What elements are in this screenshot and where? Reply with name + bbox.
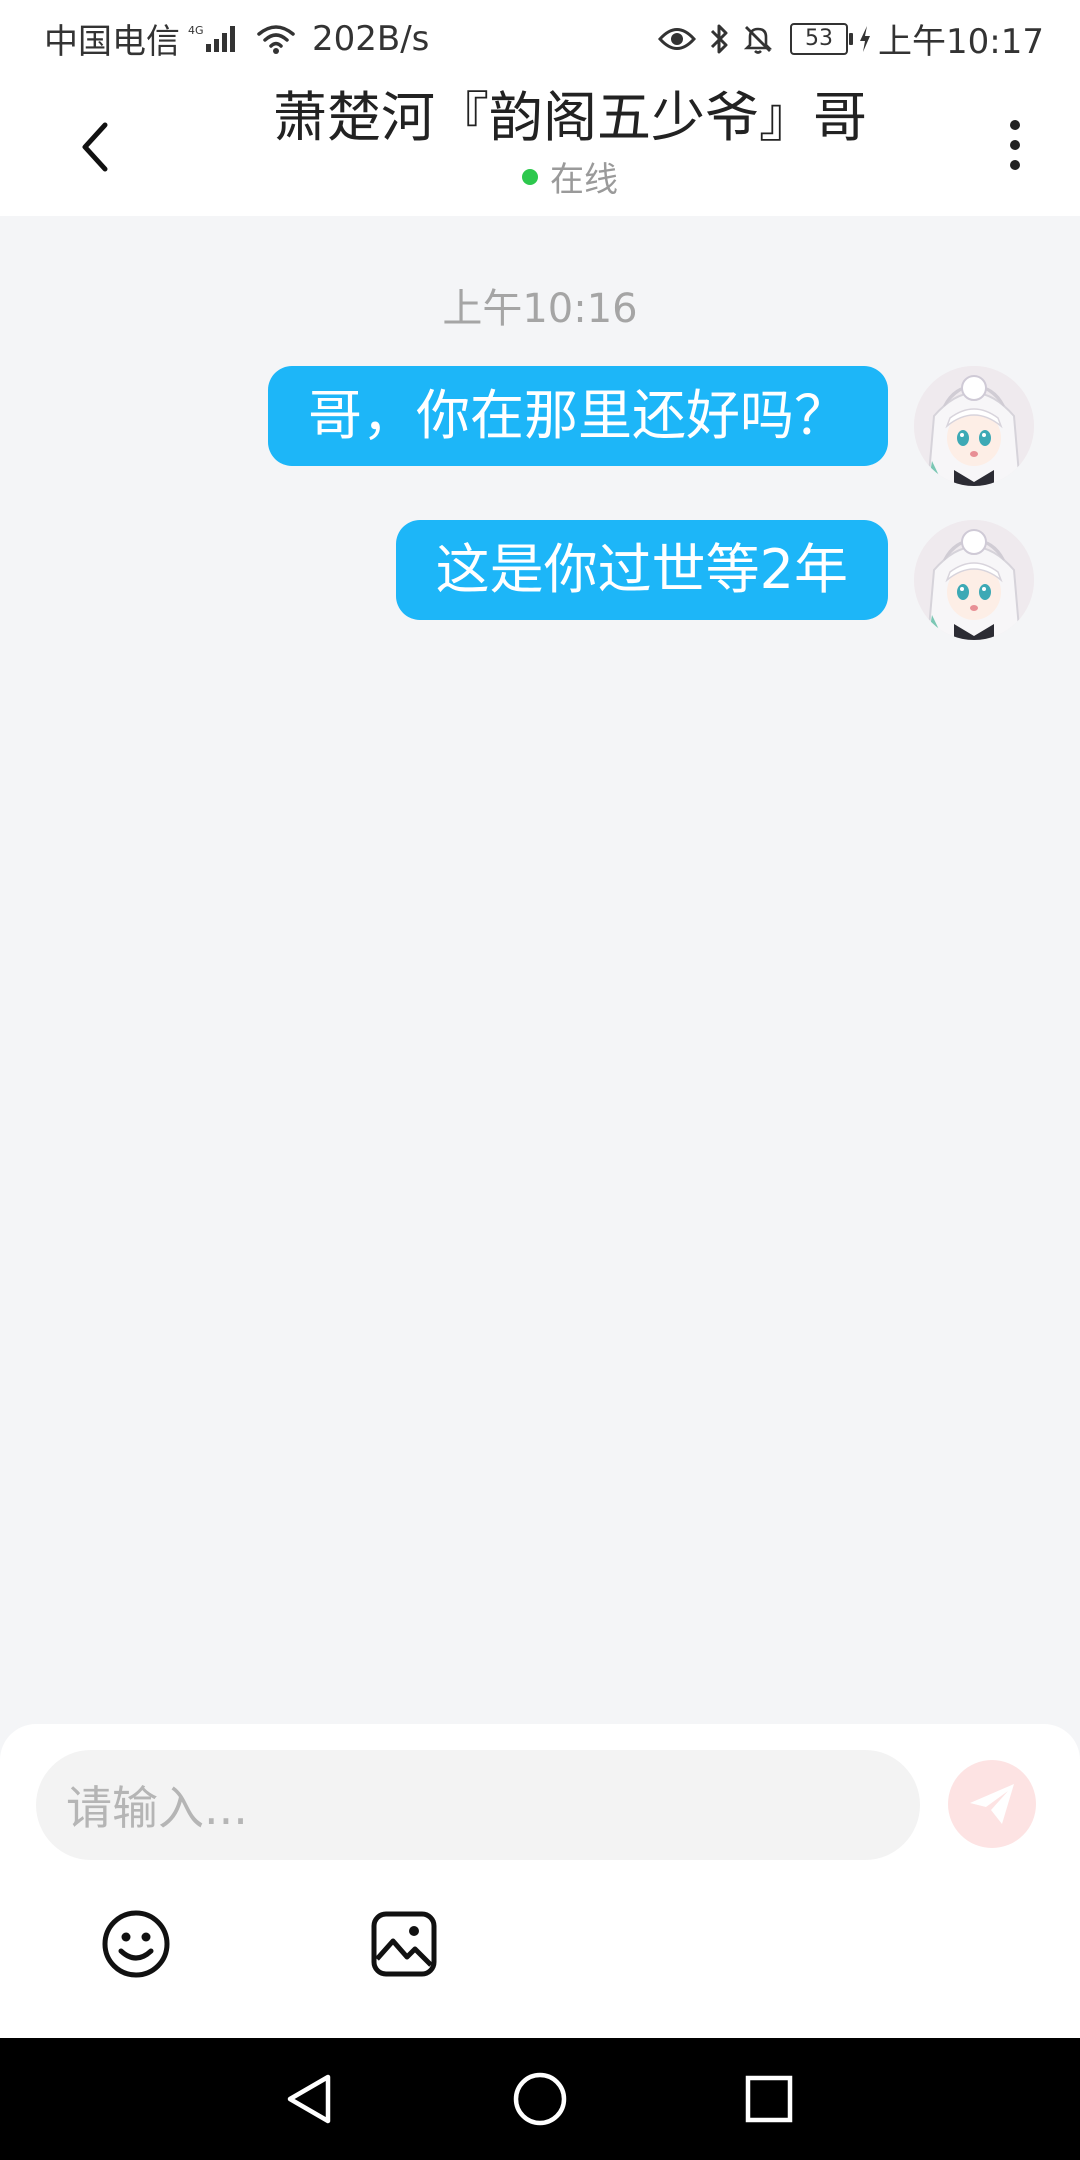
message-row: 哥，你在那里还好吗？ xyxy=(0,366,1080,486)
message-timestamp: 上午10:16 xyxy=(442,286,638,332)
image-icon xyxy=(371,1911,437,1977)
recents-square-icon xyxy=(745,2075,793,2123)
message-list[interactable]: 上午10:16 哥，你在那里还好吗？ 这是你过世等2年 xyxy=(0,216,1080,1726)
wifi-icon xyxy=(256,23,296,55)
anime-avatar-icon xyxy=(914,520,1034,640)
eye-icon xyxy=(658,26,697,52)
avatar[interactable] xyxy=(914,520,1034,640)
network-type-label: 4G xyxy=(188,24,204,37)
status-bar-right: 53 上午10:17 xyxy=(652,14,1044,63)
nav-home-button[interactable] xyxy=(507,2066,573,2132)
emoji-button[interactable] xyxy=(98,1906,174,1982)
message-bubble[interactable]: 这是你过世等2年 xyxy=(395,520,888,620)
chevron-left-icon xyxy=(82,122,108,172)
more-dot-icon xyxy=(1010,140,1020,150)
more-options-button[interactable] xyxy=(990,110,1040,180)
chat-header: 萧楚河『韵阁五少爷』哥 在线 xyxy=(0,72,1080,216)
carrier-label: 中国电信 xyxy=(44,22,180,62)
nav-back-button[interactable] xyxy=(276,2066,342,2132)
bluetooth-icon xyxy=(708,23,730,55)
network-speed: 202B/s xyxy=(312,18,430,59)
message-row: 这是你过世等2年 xyxy=(0,520,1080,640)
anime-avatar-icon xyxy=(914,366,1034,486)
message-bubble[interactable]: 哥，你在那里还好吗？ xyxy=(268,366,888,466)
status-bar-left: 中国电信 4G 202B/s xyxy=(44,14,429,63)
image-button[interactable] xyxy=(366,1906,442,1982)
charging-icon xyxy=(858,25,872,53)
battery-icon: 53 xyxy=(790,22,854,55)
system-nav-bar xyxy=(0,2038,1080,2160)
message-input-placeholder: 请输入... xyxy=(66,1781,248,1835)
more-dot-icon xyxy=(1010,120,1020,130)
nav-recents-button[interactable] xyxy=(736,2066,802,2132)
online-dot-icon xyxy=(522,168,538,185)
paper-plane-icon xyxy=(970,1784,1014,1824)
signal-icon: 4G xyxy=(186,22,244,56)
avatar[interactable] xyxy=(914,366,1034,486)
back-triangle-icon xyxy=(287,2074,331,2124)
mute-bell-icon xyxy=(742,23,774,55)
online-status: 在线 xyxy=(200,152,940,201)
chat-title-block: 萧楚河『韵阁五少爷』哥 在线 xyxy=(200,80,940,201)
back-button[interactable] xyxy=(60,112,130,182)
more-dot-icon xyxy=(1010,160,1020,170)
online-status-label: 在线 xyxy=(550,160,618,200)
status-bar: 中国电信 4G 202B/s 53 上午10:17 xyxy=(0,0,1080,72)
chat-title: 萧楚河『韵阁五少爷』哥 xyxy=(273,86,867,149)
message-input[interactable]: 请输入... xyxy=(36,1750,920,1860)
send-button[interactable] xyxy=(948,1760,1036,1848)
emoji-icon xyxy=(102,1910,170,1978)
clock: 上午10:17 xyxy=(878,22,1044,62)
message-composer: 请输入... xyxy=(0,1724,1080,2038)
battery-level: 53 xyxy=(805,26,834,51)
home-circle-icon xyxy=(513,2072,567,2126)
